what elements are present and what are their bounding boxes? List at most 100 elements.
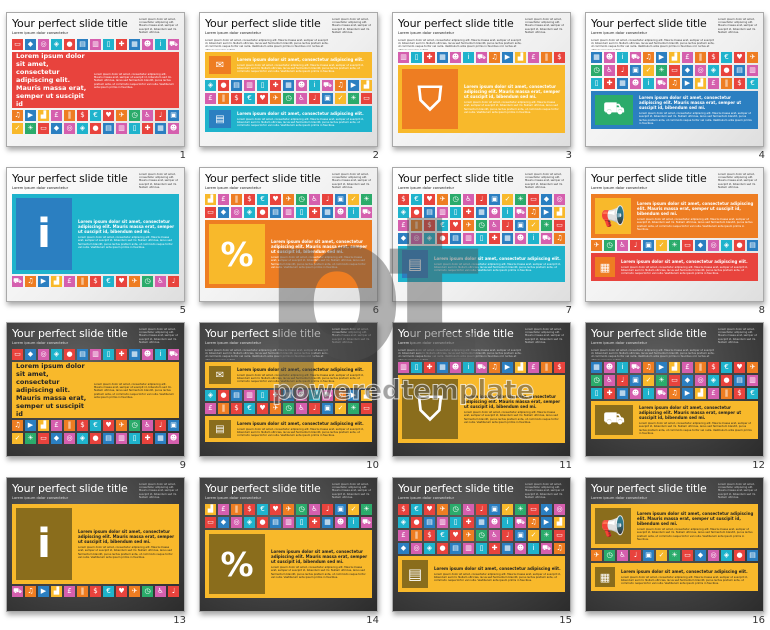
grid-icon: ▦ — [591, 52, 602, 63]
panel-text: Lorem ipsum dolor sit amet, consectetur … — [637, 198, 754, 234]
plus-icon: ✚ — [309, 517, 320, 528]
mic-icon: ♩ — [630, 240, 641, 251]
clock-icon: ◷ — [476, 220, 487, 231]
grid-icon: ▦ — [617, 388, 628, 399]
icon-row: ⛟ ♫ ▶ ▟ £ ‖ $ € ♥ ✈ ◷ ♿ ♩ — [12, 276, 179, 287]
panel-heading: Lorem ipsum dolor sit amet, consectetur … — [78, 529, 175, 545]
slide-thumbnail[interactable]: Your perfect slide title Lorem ipsum dolo… — [585, 167, 764, 302]
bulb-icon: ● — [721, 65, 732, 76]
slide-side-text: Lorem ipsum dolor sit amet, consectetur … — [332, 173, 371, 189]
trash-icon: ▥ — [398, 362, 409, 373]
dollar-icon: $ — [708, 362, 719, 373]
sun-icon: ☀ — [669, 240, 680, 251]
slide-header: Your perfect slide title Lorem ipsum dolo… — [12, 17, 179, 37]
slide-thumbnail[interactable]: Your perfect slide title Lorem ipsum dolo… — [199, 12, 378, 147]
slide-thumbnail[interactable]: Your perfect slide title Lorem ipsum dolo… — [6, 167, 185, 302]
briefcase-icon: ▤ — [270, 207, 281, 218]
panel-body: Lorem ipsum dolor sit amet, consectetur … — [237, 373, 364, 384]
slide-thumbnail[interactable]: Your perfect slide title Lorem ipsum dolo… — [392, 477, 571, 612]
dollar-icon: $ — [554, 362, 565, 373]
label-icon: ◈ — [708, 375, 719, 386]
tag-icon: ◆ — [695, 240, 706, 251]
people-icon: ☻ — [489, 207, 500, 218]
heart-icon: ♥ — [424, 194, 435, 205]
slide-thumbnail[interactable]: Your perfect slide title Lorem ipsum dolo… — [585, 322, 764, 457]
sun-icon: ☀ — [541, 530, 552, 541]
ticket-icon: ▭ — [682, 550, 693, 561]
plane-icon: ✈ — [747, 362, 758, 373]
panel-body: Lorem ipsum dolor sit amet, consectetur … — [637, 218, 753, 231]
panel-body: Lorem ipsum dolor sit amet, consectetur … — [94, 382, 174, 399]
cart-icon: ⛟ — [630, 52, 641, 63]
icon-row: $ € ♥ ✈ ◷ ♿ ♩ ▣ ✓ ☀ ▭ ◆ ◎ — [398, 504, 565, 515]
slide-thumbnail[interactable]: Your perfect slide title Lorem ipsum dolo… — [6, 477, 185, 612]
panel-text: Lorem ipsum dolor sit amet, consectetur … — [237, 420, 368, 438]
mic-icon: ♩ — [630, 550, 641, 561]
plus-icon: ✚ — [142, 433, 153, 444]
slide-thumbnail[interactable]: Your perfect slide title Lorem ipsum dolo… — [392, 167, 571, 302]
check-icon: ✓ — [643, 65, 654, 76]
content-panel: Lorem ipsum dolor sit amet, consectetur … — [12, 362, 179, 418]
chart-icon: ▟ — [38, 110, 49, 121]
slide-header: Your perfect slide title Lorem ipsum dolo… — [591, 17, 758, 37]
slide-thumbnail[interactable]: Your perfect slide title Lorem ipsum dolo… — [392, 12, 571, 147]
slide-thumbnail[interactable]: Your perfect slide title Lorem ipsum dolo… — [6, 12, 185, 147]
megaphone-icon: 📢 — [595, 198, 631, 234]
plane-icon: ✈ — [116, 110, 127, 121]
panel-body: Lorem ipsum dolor sit amet, consectetur … — [94, 72, 174, 89]
label-icon: ◈ — [398, 517, 409, 528]
target-icon: ◎ — [231, 207, 242, 218]
slide-number: 11 — [559, 460, 572, 471]
briefcase-icon: ▤ — [450, 543, 461, 554]
plus-icon: ✚ — [604, 78, 615, 89]
slide-side-text: Lorem ipsum dolor sit amet, consectetur … — [525, 483, 564, 499]
slide-thumbnail[interactable]: Your perfect slide title Lorem ipsum dolo… — [199, 167, 378, 302]
cart-icon: ⛟ — [168, 349, 179, 360]
bulb-icon: ● — [257, 517, 268, 528]
slide-header: Your perfect slide title Lorem ipsum dolo… — [398, 482, 565, 502]
slide-thumbnail[interactable]: Your perfect slide title Lorem ipsum dolo… — [199, 477, 378, 612]
music-icon: ♫ — [489, 52, 500, 63]
panel-body: Lorem ipsum dolor sit amet, consectetur … — [637, 528, 753, 541]
slide-thumbnail[interactable]: Your perfect slide title Lorem ipsum dolo… — [585, 12, 764, 147]
slide-thumbnail[interactable]: Your perfect slide title Lorem ipsum dolo… — [199, 322, 378, 457]
clock-icon: ◷ — [604, 240, 615, 251]
music-icon: ♫ — [643, 52, 654, 63]
info-icon: i — [348, 517, 359, 528]
target-icon: ◎ — [708, 550, 719, 561]
ticket-icon: ▭ — [669, 65, 680, 76]
clock-icon: ◷ — [591, 65, 602, 76]
label-icon: ◈ — [721, 550, 732, 561]
bulb-icon: ● — [90, 123, 101, 134]
bulb-icon: ● — [437, 233, 448, 244]
slide-thumbnail[interactable]: Your perfect slide title Lorem ipsum dolo… — [585, 477, 764, 612]
tv-icon: ▣ — [515, 530, 526, 541]
info-icon: i — [463, 362, 474, 373]
euro-icon: € — [257, 194, 268, 205]
music-icon: ♫ — [25, 586, 36, 597]
tv-icon: ▣ — [335, 194, 346, 205]
slide-thumbnail[interactable]: Your perfect slide title Lorem ipsum dolo… — [392, 322, 571, 457]
wheelchair-icon: ♿ — [309, 504, 320, 515]
pause-icon: ‖ — [231, 194, 242, 205]
ticket-icon: ▭ — [669, 375, 680, 386]
music-icon: ♫ — [669, 78, 680, 89]
clock-icon: ◷ — [591, 375, 602, 386]
content-panel: ▤ Lorem ipsum dolor sit amet, consectetur… — [398, 246, 565, 282]
tag-icon: ◆ — [51, 433, 62, 444]
label-icon: ◈ — [77, 123, 88, 134]
clock-icon: ◷ — [129, 420, 140, 431]
slide-header: Your perfect slide title Lorem ipsum dolo… — [205, 482, 372, 502]
tv-icon: ▣ — [630, 375, 641, 386]
bulb-icon: ● — [218, 390, 229, 401]
slide-side-text: Lorem ipsum dolor sit amet, consectetur … — [525, 173, 564, 189]
mic-icon: ♩ — [476, 504, 487, 515]
briefcase-icon: ▤ — [402, 250, 428, 278]
slide-thumbnail[interactable]: Your perfect slide title Lorem ipsum dolo… — [6, 322, 185, 457]
briefcase-icon: ▤ — [231, 80, 242, 91]
content-panel: Lorem ipsum dolor sit amet, consectetur … — [12, 52, 179, 108]
cart-icon: ⛟ — [656, 78, 667, 89]
briefcase-icon: ▤ — [747, 240, 758, 251]
ticket-icon: ▭ — [361, 403, 372, 414]
play-icon: ▶ — [656, 52, 667, 63]
